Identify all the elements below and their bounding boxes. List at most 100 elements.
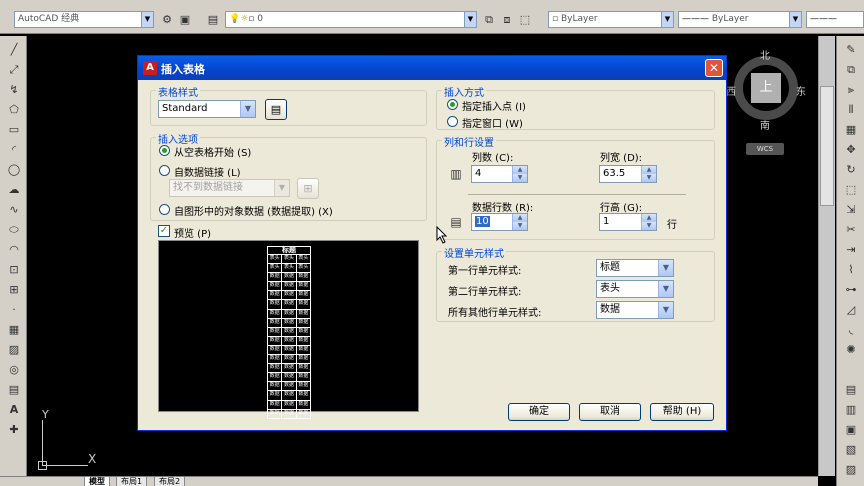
dialog-titlebar[interactable]: A 插入表格 ✕	[138, 56, 726, 80]
columns-input[interactable]: 4 ▲ ▼	[471, 165, 528, 183]
copy-icon[interactable]: ⧉	[843, 62, 859, 78]
erase-icon[interactable]: ✎	[843, 42, 859, 58]
specify-window-radio[interactable]	[447, 116, 458, 127]
first-row-select[interactable]: 标题 ▼	[596, 259, 674, 277]
tab-model[interactable]: 模型	[84, 477, 110, 486]
line-icon[interactable]: ╱	[6, 42, 22, 58]
ellipse-arc-icon[interactable]: ◠	[6, 242, 22, 258]
viewcube-top-face[interactable]: 上	[751, 73, 781, 103]
workspace-select[interactable]: AutoCAD 经典 ▼	[14, 11, 154, 28]
compass-east[interactable]: 东	[796, 83, 806, 98]
point-icon[interactable]: ·	[6, 302, 22, 318]
table-style-select[interactable]: Standard ▼	[158, 100, 256, 118]
multiline-text-icon[interactable]: A	[6, 402, 22, 418]
cancel-button[interactable]: 取消	[579, 403, 641, 421]
preview-cell: 数据	[282, 309, 297, 319]
help-button[interactable]: 帮助 (H)	[650, 403, 714, 421]
from-data-link-label[interactable]: 自数据链接 (L)	[174, 164, 241, 179]
construction-line-icon[interactable]: ⤢	[6, 62, 22, 78]
design-center-icon[interactable]: ▣	[843, 422, 859, 438]
ellipse-icon[interactable]: ⬭	[6, 222, 22, 238]
workspace-settings-icon[interactable]: ▣	[178, 13, 192, 27]
from-empty-label[interactable]: 从空表格开始 (S)	[174, 144, 251, 159]
rectangle-icon[interactable]: ▭	[6, 122, 22, 138]
rotate-icon[interactable]: ↻	[843, 162, 859, 178]
table-icon[interactable]: ▤	[6, 382, 22, 398]
move-icon[interactable]: ✥	[843, 142, 859, 158]
layer-previous-icon[interactable]: ⧉	[482, 13, 496, 27]
offset-icon[interactable]: ⫴	[843, 102, 859, 118]
vertical-scrollbar[interactable]	[818, 36, 835, 476]
preview-cell: 数据	[296, 282, 311, 292]
gradient-icon[interactable]: ▨	[6, 342, 22, 358]
linetype-select[interactable]: ——— ByLayer ▼	[678, 11, 802, 28]
region-icon[interactable]: ◎	[6, 362, 22, 378]
specify-window-label[interactable]: 指定窗口 (W)	[462, 115, 523, 130]
polygon-icon[interactable]: ⬠	[6, 102, 22, 118]
tab-layout1[interactable]: 布局1	[116, 477, 148, 486]
layer-match-icon[interactable]: ⬚	[518, 13, 532, 27]
compass-south[interactable]: 南	[760, 117, 770, 132]
spline-icon[interactable]: ∿	[6, 202, 22, 218]
mirror-icon[interactable]: ⫸	[843, 82, 859, 98]
color-select[interactable]: ▫ ByLayer ▼	[548, 11, 674, 28]
join-icon[interactable]: ⊶	[843, 282, 859, 298]
preview-checkbox[interactable]: ✓	[158, 225, 170, 237]
array-icon[interactable]: ▦	[843, 122, 859, 138]
spin-up-icon[interactable]: ▲	[641, 214, 656, 222]
explode-icon[interactable]: ✺	[843, 342, 859, 358]
make-block-icon[interactable]: ⊞	[6, 282, 22, 298]
second-row-select[interactable]: 表头 ▼	[596, 280, 674, 298]
ok-button[interactable]: 确定	[508, 403, 570, 421]
hatch-icon[interactable]: ▦	[6, 322, 22, 338]
spin-up-icon[interactable]: ▲	[512, 166, 527, 174]
tool-palette-icon[interactable]: ▧	[843, 442, 859, 458]
scale-icon[interactable]: ⬚	[843, 182, 859, 198]
data-rows-input[interactable]: 10 ▲ ▼	[471, 213, 528, 231]
spin-down-icon[interactable]: ▼	[641, 222, 656, 230]
tab-layout2[interactable]: 布局2	[154, 477, 186, 486]
lineweight-select[interactable]: ———	[806, 11, 864, 28]
properties-icon[interactable]: ▤	[843, 382, 859, 398]
wcs-menu[interactable]: WCS	[746, 143, 784, 155]
from-drawing-label[interactable]: 自图形中的对象数据 (数据提取) (X)	[174, 203, 333, 218]
close-button[interactable]: ✕	[705, 59, 723, 77]
stretch-icon[interactable]: ⇲	[843, 202, 859, 218]
circle-icon[interactable]: ◯	[6, 162, 22, 178]
sheet-set-icon[interactable]: ▨	[843, 462, 859, 478]
insert-block-icon[interactable]: ⊡	[6, 262, 22, 278]
from-empty-radio[interactable]	[159, 145, 170, 156]
viewcube[interactable]: 上 北 南 东 西	[726, 47, 806, 132]
preview-label[interactable]: 预览 (P)	[174, 225, 211, 240]
spin-down-icon[interactable]: ▼	[512, 174, 527, 182]
compass-west[interactable]: 西	[726, 83, 736, 98]
specify-point-radio[interactable]	[447, 99, 458, 110]
gear-icon[interactable]: ⚙	[160, 13, 174, 27]
break-icon[interactable]: ⌇	[843, 262, 859, 278]
compass-north[interactable]: 北	[760, 47, 770, 62]
spin-up-icon[interactable]: ▲	[641, 166, 656, 174]
scrollbar-thumb[interactable]	[820, 86, 834, 206]
arc-icon[interactable]: ◜	[6, 142, 22, 158]
revcloud-icon[interactable]: ☁	[6, 182, 22, 198]
polyline-icon[interactable]: ↯	[6, 82, 22, 98]
other-rows-select[interactable]: 数据 ▼	[596, 301, 674, 319]
specify-point-label[interactable]: 指定插入点 (I)	[462, 98, 526, 113]
spin-down-icon[interactable]: ▼	[512, 222, 527, 230]
table-style-dialog-button[interactable]: ▤	[265, 99, 287, 120]
trim-icon[interactable]: ✂	[843, 222, 859, 238]
spin-up-icon[interactable]: ▲	[512, 214, 527, 222]
extend-icon[interactable]: ⇥	[843, 242, 859, 258]
fillet-icon[interactable]: ◟	[843, 322, 859, 338]
from-data-link-radio[interactable]	[159, 165, 170, 176]
row-height-input[interactable]: 1 ▲ ▼	[599, 213, 657, 231]
add-selected-icon[interactable]: ✚	[6, 422, 22, 438]
layer-state-icon[interactable]: ⧈	[500, 13, 514, 27]
layer-select[interactable]: 💡☼▫ 0 ▼	[225, 11, 477, 28]
layer-manager-icon[interactable]: ▤	[206, 13, 220, 27]
col-width-input[interactable]: 63.5 ▲ ▼	[599, 165, 657, 183]
layer-icon[interactable]: ▥	[843, 402, 859, 418]
from-drawing-radio[interactable]	[159, 204, 170, 215]
chamfer-icon[interactable]: ◿	[843, 302, 859, 318]
spin-down-icon[interactable]: ▼	[641, 174, 656, 182]
